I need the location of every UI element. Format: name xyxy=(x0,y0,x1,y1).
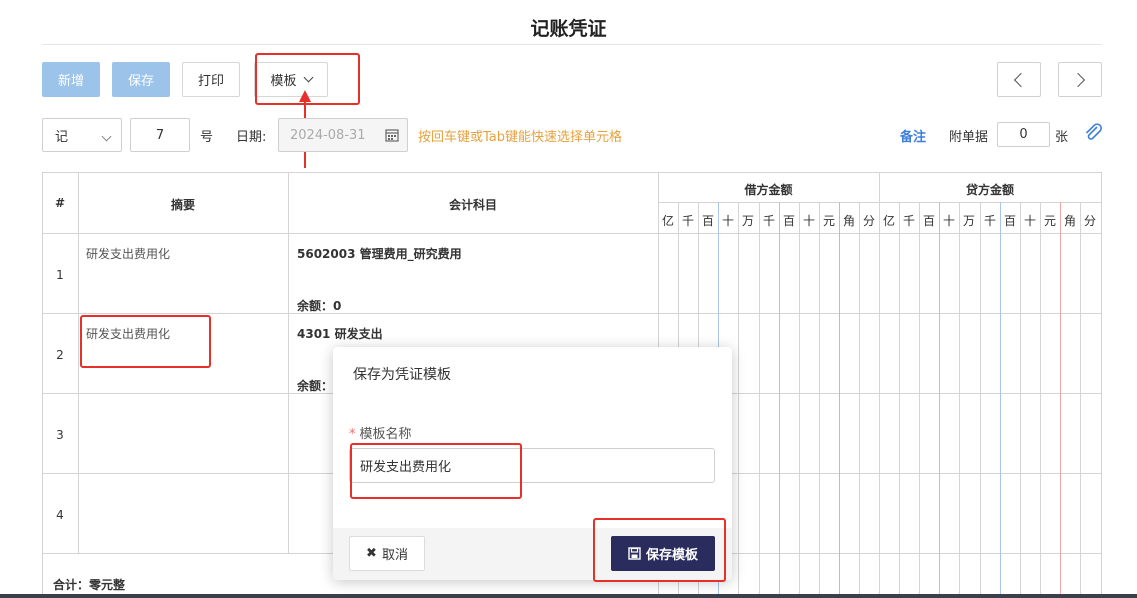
amount-unit-header: 十 xyxy=(802,214,815,228)
grid-line xyxy=(738,202,739,598)
chevron-left-icon xyxy=(1013,72,1029,87)
grid-line xyxy=(1060,202,1061,598)
col-header-debit: 借方金额 xyxy=(744,183,793,197)
amount-unit-header: 角 xyxy=(842,214,855,228)
amount-unit-header: 亿 xyxy=(882,214,895,228)
amount-unit-header: 元 xyxy=(1043,214,1056,228)
amount-unit-header: 百 xyxy=(782,214,795,228)
grid-line xyxy=(839,202,840,598)
amount-unit-header: 元 xyxy=(822,214,835,228)
save-button[interactable]: 保存 xyxy=(112,62,170,97)
grid-line xyxy=(78,172,79,553)
note-link[interactable]: 备注 xyxy=(900,126,926,145)
amount-unit-header: 万 xyxy=(741,214,754,228)
date-label: 日期: xyxy=(236,130,267,145)
amount-unit-header: 万 xyxy=(962,214,975,228)
number-suffix: 号 xyxy=(200,130,214,145)
grid-line xyxy=(819,202,820,598)
date-input[interactable]: 2024-08-31 xyxy=(278,118,408,152)
print-button[interactable]: 打印 xyxy=(182,62,240,97)
account-cell[interactable]: 5602003 管理费用_研究费用 xyxy=(297,245,462,262)
amount-unit-header: 千 xyxy=(983,214,996,228)
grid-line xyxy=(1040,202,1041,598)
paperclip-icon[interactable] xyxy=(1083,122,1103,142)
voucher-word-value: 记 xyxy=(55,129,69,145)
voucher-number-input[interactable]: 7 xyxy=(130,118,190,152)
chevron-right-icon xyxy=(1070,72,1086,87)
col-header-account: 会计科目 xyxy=(448,198,497,212)
voucher-word-select[interactable]: 记 xyxy=(42,118,122,152)
col-header-credit: 贷方金额 xyxy=(965,183,1014,197)
cancel-button[interactable]: ✖ 取消 xyxy=(349,536,425,571)
keyboard-hint: 按回车键或Tab键能快速选择单元格 xyxy=(418,130,623,145)
row-number: 3 xyxy=(56,428,64,442)
amount-unit-header: 十 xyxy=(942,214,955,228)
grid-line xyxy=(959,202,960,598)
grid-line xyxy=(1000,202,1001,598)
prev-voucher-button[interactable] xyxy=(997,62,1041,97)
summary-cell[interactable]: 研发支出费用化 xyxy=(86,245,170,262)
grid-line xyxy=(1080,202,1081,598)
grid-line xyxy=(980,202,981,598)
template-name-label: * 模板名称 xyxy=(349,423,412,442)
grid-line xyxy=(779,202,780,598)
attachment-count-input[interactable]: 0 xyxy=(997,122,1050,147)
date-value: 2024-08-31 xyxy=(290,127,366,143)
amount-unit-header: 分 xyxy=(862,214,875,228)
grid-line xyxy=(42,313,1102,314)
template-name-label-text: 模板名称 xyxy=(359,427,412,442)
grid-line xyxy=(1020,202,1021,598)
title-divider xyxy=(42,44,1102,45)
page-title: 记账凭证 xyxy=(530,18,607,40)
amount-unit-header: 十 xyxy=(721,214,734,228)
col-header-summary: 摘要 xyxy=(170,198,195,212)
grid-line xyxy=(939,202,940,598)
required-mark: * xyxy=(349,427,356,442)
grid-line xyxy=(879,172,880,598)
col-header-num: # xyxy=(54,196,66,210)
account-cell[interactable]: 4301 研发支出 xyxy=(297,325,383,342)
total-label: 合计：零元整 xyxy=(53,578,126,592)
grid-line xyxy=(799,202,800,598)
balance-text: 余额： xyxy=(297,379,334,393)
amount-unit-header: 亿 xyxy=(661,214,674,228)
amount-unit-header: 角 xyxy=(1063,214,1076,228)
row-number: 1 xyxy=(56,268,64,282)
annotation-box-summary xyxy=(80,315,211,368)
grid-line xyxy=(288,172,289,553)
row-number: 2 xyxy=(56,348,64,362)
row-number: 4 xyxy=(56,508,64,522)
amount-unit-header: 十 xyxy=(1023,214,1036,228)
dialog-title: 保存为凭证模板 xyxy=(353,367,451,383)
amount-unit-header: 千 xyxy=(762,214,775,228)
attachment-label: 附单据 xyxy=(949,130,989,145)
grid-line xyxy=(919,202,920,598)
amount-unit-header: 百 xyxy=(701,214,714,228)
amount-unit-header: 百 xyxy=(922,214,935,228)
annotation-box-input xyxy=(350,443,522,499)
voucher-page: 记账凭证 新增 保存 打印 模板 记 7 号 日期: 2024-08-31 按回… xyxy=(0,0,1137,598)
amount-unit-header: 千 xyxy=(681,214,694,228)
balance-text: 余额：0 xyxy=(297,299,342,313)
new-button[interactable]: 新增 xyxy=(42,62,100,97)
chevron-down-icon xyxy=(101,131,112,142)
amount-unit-header: 百 xyxy=(1003,214,1016,228)
close-icon: ✖ xyxy=(366,546,377,561)
bottom-bar xyxy=(0,594,1137,598)
amount-unit-header: 分 xyxy=(1083,214,1096,228)
grid-line xyxy=(42,233,1102,234)
next-voucher-button[interactable] xyxy=(1058,62,1102,97)
annotation-box-save xyxy=(593,518,726,582)
amount-unit-header: 千 xyxy=(902,214,915,228)
grid-line xyxy=(859,202,860,598)
grid-line xyxy=(759,202,760,598)
calendar-icon xyxy=(385,129,399,142)
cancel-label: 取消 xyxy=(381,548,408,563)
attachment-unit: 张 xyxy=(1055,130,1069,145)
grid-line xyxy=(899,202,900,598)
